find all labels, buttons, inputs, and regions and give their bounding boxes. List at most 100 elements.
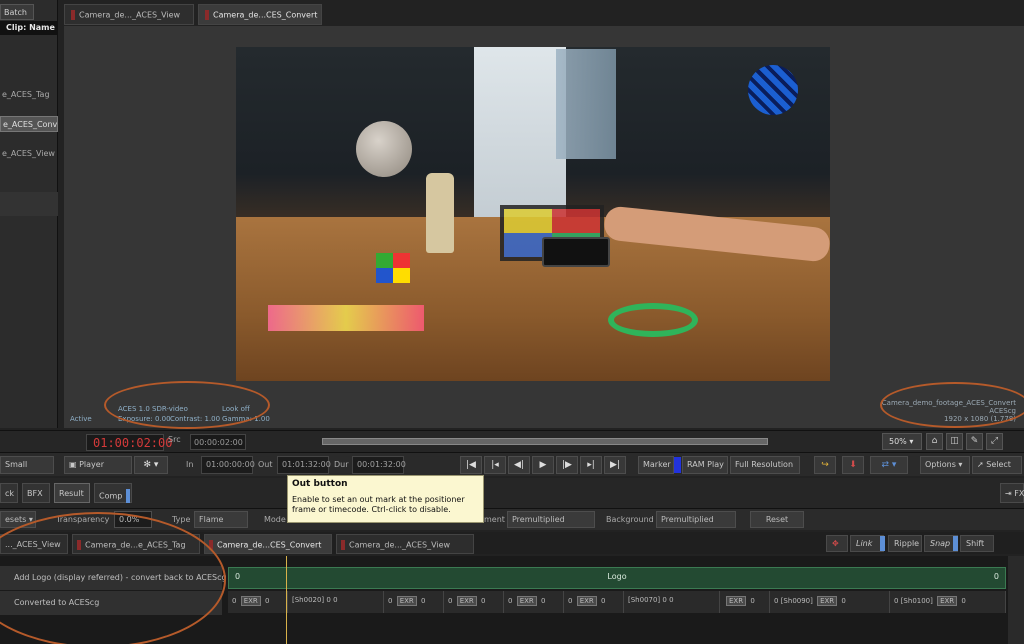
comp-indicator xyxy=(126,489,131,503)
viewer-tab-label: Camera_de...CES_Convert xyxy=(213,10,318,20)
gear-icon[interactable]: ✻ ▾ xyxy=(134,456,168,474)
fit-icon[interactable]: ◫ xyxy=(946,433,963,450)
clip-segment[interactable]: 0 EXR 0 xyxy=(564,591,624,613)
player-button[interactable]: ▣ Player xyxy=(64,456,132,474)
fullscreen-icon[interactable]: ⤢ xyxy=(986,433,1003,450)
seg-out: 0 xyxy=(541,597,546,605)
play-icon[interactable]: ▶ xyxy=(532,456,554,474)
size-button[interactable]: Small xyxy=(0,456,54,474)
clip-segment-sh0090[interactable]: 0 [Sh0090] EXR 0 xyxy=(770,591,890,613)
scrub-bar[interactable] xyxy=(322,438,768,445)
logo-clip-end: 0 xyxy=(993,572,999,581)
clip-segment-sh0100[interactable]: 0 [Sh0100] EXR 0 xyxy=(890,591,1006,613)
eyedropper-icon[interactable]: ✎ xyxy=(966,433,983,450)
seg-in: 0 xyxy=(774,597,779,605)
in-button[interactable]: In xyxy=(186,460,193,469)
marker-color-swatch[interactable] xyxy=(674,457,681,473)
back-button[interactable]: ck xyxy=(0,483,18,503)
scene-curtain xyxy=(556,49,616,159)
clip-segment-sh0020[interactable]: [Sh0020] 0 0 xyxy=(288,591,384,613)
goto-end-icon[interactable]: ▶| xyxy=(604,456,626,474)
out-timecode[interactable]: 01:01:32:00 xyxy=(277,456,331,474)
swap-icon[interactable]: ↪ xyxy=(814,456,836,474)
select-label: Select xyxy=(986,460,1011,469)
snap-label: Snap xyxy=(930,539,951,548)
out-button[interactable]: Out xyxy=(258,460,273,469)
seg-out: 0 xyxy=(601,597,606,605)
exr-badge: EXR xyxy=(456,596,477,606)
presets-label: esets xyxy=(5,515,27,524)
reset-button[interactable]: Reset xyxy=(750,511,804,528)
current-timecode[interactable]: 01:00:02:00 xyxy=(86,434,172,451)
in-timecode[interactable]: 01:00:00:00 xyxy=(201,456,255,474)
seg-in: 0 xyxy=(326,596,331,604)
cycle-icon[interactable]: ⇄ ▾ xyxy=(870,456,908,474)
bfx-button[interactable]: BFX xyxy=(22,483,50,503)
type-label: Type xyxy=(172,515,191,524)
render-icon[interactable]: ⬇ xyxy=(842,456,864,474)
left-panel-band xyxy=(0,192,58,216)
seg-in: 0 xyxy=(388,597,393,605)
logo-overlay-sphere xyxy=(748,65,798,115)
resolution-dropdown[interactable]: Full Resolution xyxy=(730,456,800,474)
tab-marker xyxy=(341,540,345,550)
exr-badge: EXR xyxy=(240,596,261,606)
home-icon[interactable]: ⌂ xyxy=(926,433,943,450)
zoom-dropdown[interactable]: 50% ▾ xyxy=(882,433,922,450)
goto-start-icon[interactable]: |◀ xyxy=(460,456,482,474)
options-dropdown[interactable]: Options ▾ xyxy=(920,456,970,474)
seg-out: 0 xyxy=(841,597,846,605)
clip-item-aces-convert[interactable]: e_ACES_Conve xyxy=(0,116,58,132)
logo-clip[interactable]: 0 Logo 0 xyxy=(228,567,1006,589)
reverse-play-icon[interactable]: ◀| xyxy=(508,456,530,474)
next-frame-icon[interactable]: ▸| xyxy=(580,456,602,474)
dur-label: Dur xyxy=(334,460,349,469)
scene-bottle xyxy=(426,173,454,253)
clip-segment-sh0070[interactable]: [Sh0070] 0 0 xyxy=(624,591,720,613)
timeline-tab-aces-convert[interactable]: Camera_de...CES_Convert xyxy=(204,534,332,554)
prev-frame-icon[interactable]: |◂ xyxy=(484,456,506,474)
timeline-playhead[interactable] xyxy=(286,556,287,644)
comp-button[interactable]: Comp xyxy=(94,483,132,503)
batch-tab[interactable]: Batch xyxy=(0,4,34,20)
clip-segment[interactable]: 0 EXR 0 xyxy=(228,591,288,613)
clip-segment[interactable]: 0 EXR 0 xyxy=(444,591,504,613)
clip-segment[interactable]: 0 EXR 0 xyxy=(384,591,444,613)
timeline-scrollbar[interactable] xyxy=(1008,556,1024,644)
logo-clip-start: 0 xyxy=(235,572,241,581)
shots-track: 0 EXR 0 [Sh0020] 0 0 0 EXR 0 0 EXR 0 0 E… xyxy=(228,591,1006,613)
move-icon[interactable]: ✥ xyxy=(826,535,848,552)
clip-segment[interactable]: 0 EXR 0 xyxy=(504,591,564,613)
player-icon: ▣ xyxy=(69,460,80,469)
src-timecode[interactable]: 00:00:02:00 xyxy=(190,434,246,450)
fx-button[interactable]: ⇥ FX xyxy=(1000,483,1024,503)
ripple-toggle[interactable]: Ripple xyxy=(888,535,922,552)
background-dropdown[interactable]: Premultiplied xyxy=(656,511,736,528)
viewer-canvas[interactable]: Active ACES 1.0 SDR-video Look off Expos… xyxy=(64,26,1024,429)
viewer-tab-aces-view[interactable]: Camera_de..._ACES_View xyxy=(64,4,194,25)
alignment-dropdown[interactable]: Premultiplied xyxy=(507,511,595,528)
clip-item-aces-view[interactable]: e_ACES_View xyxy=(0,146,58,162)
type-dropdown[interactable]: Flame xyxy=(194,511,248,528)
src-label: Src xyxy=(168,435,181,444)
ram-play-button[interactable]: RAM Play xyxy=(682,456,728,474)
link-toggle[interactable]: Link xyxy=(850,535,884,552)
step-forward-icon[interactable]: |▶ xyxy=(556,456,578,474)
exr-badge: EXR xyxy=(576,596,597,606)
tab-marker xyxy=(71,10,75,20)
scene-phone xyxy=(542,237,610,267)
result-button[interactable]: Result xyxy=(54,483,90,503)
exr-badge: EXR xyxy=(396,596,417,606)
select-tool[interactable]: ➚ Select xyxy=(972,456,1022,474)
out-button-tooltip: Out button Enable to set an out mark at … xyxy=(287,475,484,523)
clip-name-header[interactable]: Clip: Name xyxy=(0,21,58,35)
clip-item-aces-tag[interactable]: e_ACES_Tag xyxy=(0,87,58,103)
timeline-tab-aces-view-2[interactable]: Camera_de..._ACES_View xyxy=(336,534,474,554)
scene-ball xyxy=(356,121,412,177)
shift-toggle[interactable]: Shift xyxy=(960,535,994,552)
clip-segment[interactable]: EXR 0 xyxy=(720,591,770,613)
dur-timecode[interactable]: 00:01:32:00 xyxy=(352,456,406,474)
viewer-active-label: Active xyxy=(70,415,92,423)
marker-button[interactable]: Marker xyxy=(638,456,674,474)
viewer-tab-aces-convert[interactable]: Camera_de...CES_Convert xyxy=(198,4,322,25)
